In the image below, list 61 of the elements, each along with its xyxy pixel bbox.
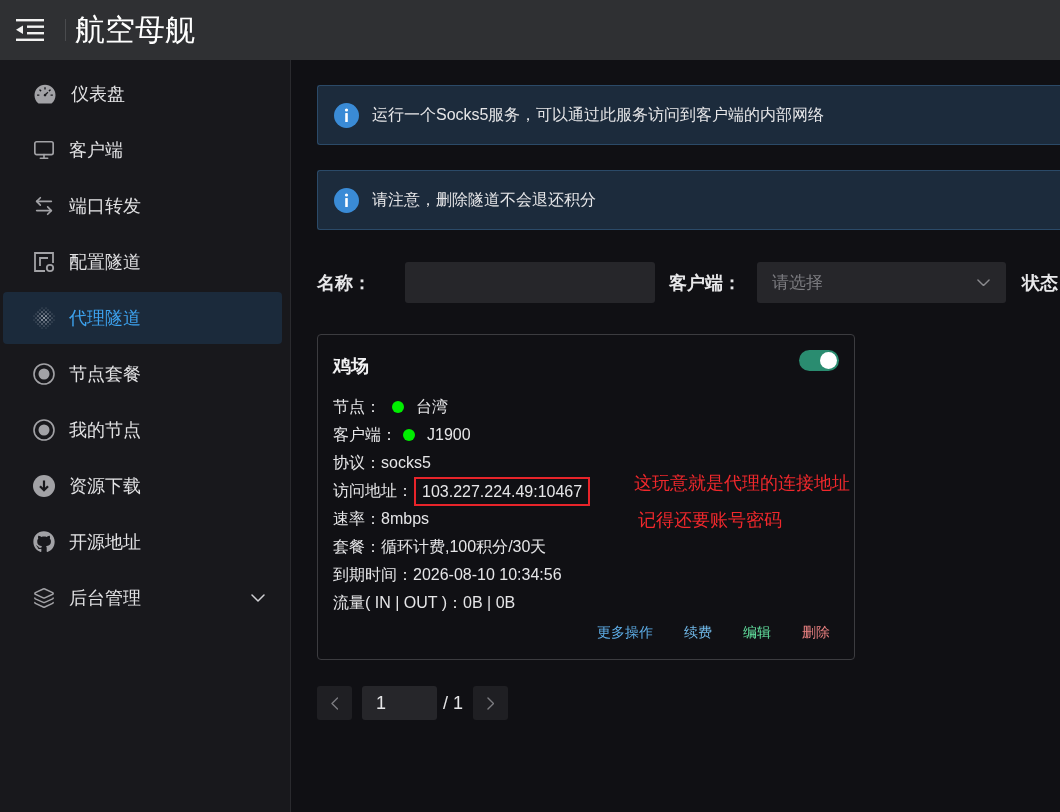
info-icon	[334, 102, 359, 128]
field-value: 2026-08-10 10:34:56	[413, 566, 562, 584]
filter-label: 名称：	[317, 271, 372, 295]
field-label: 协议：	[333, 452, 381, 473]
field-value: J1900	[427, 426, 471, 444]
gauge-icon	[33, 82, 57, 106]
action-link[interactable]: 编辑	[743, 621, 771, 643]
alert-text: 请注意，删除隧道不会退还积分	[372, 189, 596, 210]
field-label: 速率：	[333, 508, 381, 529]
sidebar-item[interactable]: 代理隧道	[3, 292, 282, 344]
sidebar-item[interactable]: 仪表盘	[3, 68, 282, 120]
download-icon	[33, 475, 55, 497]
field-label: 客户端：	[333, 424, 397, 445]
action-link[interactable]: 更多操作	[597, 621, 653, 643]
sidebar-item[interactable]: 节点套餐	[3, 348, 282, 400]
field-value: 103.227.224.49:10467	[414, 476, 591, 506]
sidebar-item[interactable]: 客户端	[3, 124, 282, 176]
previous-page-button[interactable]	[317, 686, 352, 720]
sidebar-group-item[interactable]: 后台管理	[3, 572, 282, 624]
action-link[interactable]: 续费	[684, 621, 712, 643]
chevron-right-icon	[486, 696, 495, 710]
field-label: 流量( IN | OUT )：	[333, 592, 464, 613]
field-value: 8mbps	[381, 510, 430, 528]
app-title: 航空母舰	[75, 12, 195, 48]
page-total: / 1	[443, 692, 463, 714]
layers-icon	[33, 587, 55, 609]
filter-label: 客户端：	[669, 271, 742, 295]
sidebar-item[interactable]: 配置隧道	[3, 236, 282, 288]
toggle-switch[interactable]	[799, 350, 839, 371]
chevron-down-icon	[251, 594, 265, 602]
alert-text: 运行一个Socks5服务，可以通过此服务访问到客户端的内部网络	[372, 104, 825, 125]
next-page-button[interactable]	[473, 686, 508, 720]
sidebar-item[interactable]: 端口转发	[3, 180, 282, 232]
field-label: 到期时间：	[333, 564, 413, 585]
filter-label: 状态	[1022, 271, 1059, 295]
radio-circle-icon	[33, 363, 55, 385]
field-value: 0B | 0B	[463, 594, 516, 612]
radio-circle-icon	[33, 419, 55, 441]
field-value: 循环计费,100积分/30天	[381, 536, 547, 557]
action-link[interactable]: 删除	[802, 621, 830, 643]
screen-gear-icon	[33, 251, 55, 273]
field-value: socks5	[381, 454, 431, 472]
field-label: 访问地址：	[333, 480, 413, 501]
field-label: 套餐：	[333, 536, 381, 557]
field-value: 台湾	[416, 396, 448, 417]
sidebar-item[interactable]: 我的节点	[3, 404, 282, 456]
chevron-left-icon	[330, 696, 339, 710]
sidebar-item[interactable]: 开源地址	[3, 516, 282, 568]
annotation-text: 记得还要账号密码	[638, 509, 782, 532]
monitor-icon	[33, 139, 55, 161]
info-icon	[334, 187, 359, 213]
chevron-down-icon	[977, 278, 990, 287]
client-select[interactable]: 请选择	[757, 262, 1006, 303]
menu-icon[interactable]	[15, 18, 45, 42]
swap-arrows-icon	[33, 195, 55, 217]
sidebar-item[interactable]: 资源下载	[3, 460, 282, 512]
github-icon	[33, 531, 55, 553]
card-title: 鸡场	[333, 355, 369, 378]
field-label: 节点：	[333, 396, 381, 417]
page-input-field[interactable]: 1	[362, 686, 437, 720]
annotation-text: 这玩意就是代理的连接地址	[634, 472, 850, 495]
